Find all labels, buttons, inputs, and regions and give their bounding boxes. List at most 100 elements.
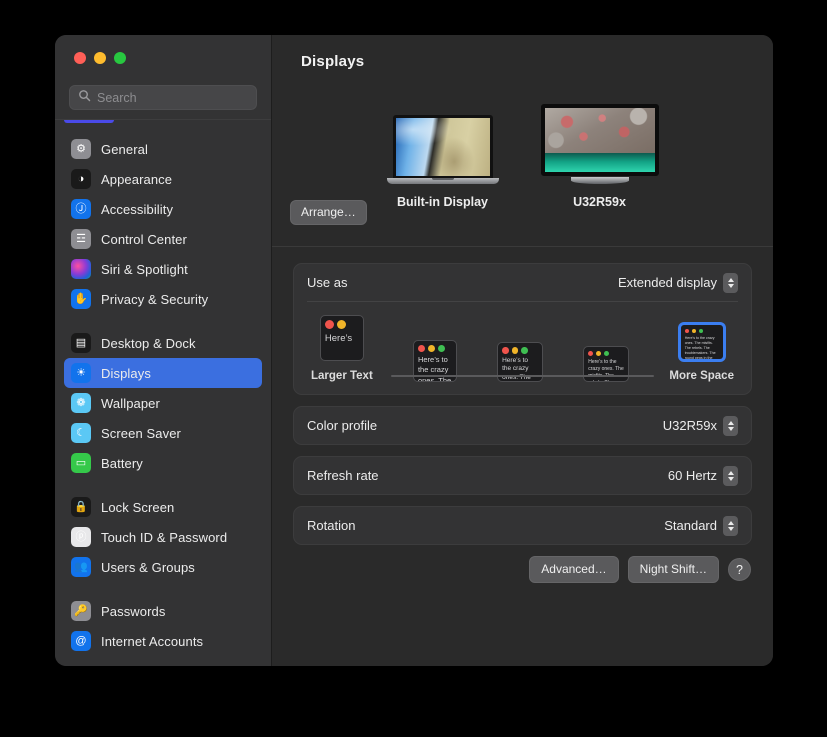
arrange-button[interactable]: Arrange… [290,200,367,225]
sidebar-item-control-center[interactable]: ☲ Control Center [64,224,262,254]
setting-value-wrap[interactable]: U32R59x [662,415,738,436]
display-thumbnail-builtin[interactable]: Built-in Display [386,115,499,209]
screensaver-icon: ☾ [71,423,91,443]
chevron-updown-icon[interactable] [723,465,738,486]
sidebar-item-accessibility[interactable]: Ⓙ Accessibility [64,194,262,224]
scaling-preview: Here’s [319,315,364,361]
sliders-icon: ☲ [71,229,91,249]
chevron-updown-icon[interactable] [723,272,738,293]
appearance-icon: ◑ [71,169,91,189]
preview-dot [521,347,528,354]
sidebar-item-lock-screen[interactable]: 🔒 Lock Screen [64,492,262,522]
laptop-icon [386,115,499,184]
setting-label: Refresh rate [307,468,379,483]
setting-row-rotation[interactable]: Rotation Standard [294,507,751,544]
preview-dot [417,345,425,352]
sidebar-item-screen-saver[interactable]: ☾ Screen Saver [64,418,262,448]
sidebar-item-internet-accounts[interactable]: @ Internet Accounts [64,626,262,656]
setting-value-wrap[interactable]: 60 Hertz [668,465,738,486]
display-name: U32R59x [573,195,626,209]
sidebar-item-desktop-dock[interactable]: ▤ Desktop & Dock [64,328,262,358]
chevron-updown-icon[interactable] [723,515,738,536]
sidebar-item-displays[interactable]: ☀ Displays [64,358,262,388]
sidebar-item-label: Lock Screen [101,499,175,515]
sidebar-item-wallpaper[interactable]: ❁ Wallpaper [64,388,262,418]
sidebar-item-touch-id-password[interactable]: ⓟ Touch ID & Password [64,522,262,552]
sidebar-scroll-area[interactable]: ⚙ General ◑ Appearance Ⓙ Accessibility ☲ Contro… [55,119,271,666]
sidebar-item-label: Users & Groups [101,559,195,575]
scaling-option-4[interactable]: Here’s to the crazy ones. The misfits. T… [669,323,734,382]
sidebar-item-battery[interactable]: ▭ Battery [64,448,262,478]
search-box[interactable] [69,85,257,110]
action-button-bar: Advanced… Night Shift… ? [293,556,752,583]
setting-group: Refresh rate 60 Hertz [293,456,752,495]
preview-dot [684,329,689,333]
siri-icon [71,259,91,279]
setting-value: U32R59x [662,418,717,433]
display-thumbnail-row: Built-in Display U32R59x [272,79,773,209]
battery-icon: ▭ [71,453,91,473]
preview-dot [427,345,435,352]
preview-text: Here’s [324,333,353,344]
sidebar-item-label: Battery [101,455,143,471]
advanced-button[interactable]: Advanced… [529,556,619,583]
use-as-row[interactable]: Use as Extended display [294,264,751,301]
scaling-slider-track[interactable] [391,375,654,377]
sidebar-group-separator [55,582,271,596]
search-input[interactable] [97,90,248,105]
display-chooser: Built-in Display U32R59x Arrange… [272,79,773,247]
preview-titlebar [498,343,542,357]
preview-titlebar [321,316,363,332]
sidebar-item-privacy-security[interactable]: ✋ Privacy & Security [64,284,262,314]
night-shift-button[interactable]: Night Shift… [627,556,719,583]
display-icon: ☀ [71,363,91,383]
settings-content: Use as Extended display Here’s Larger Tex… [272,247,773,666]
sidebar-item-label: Privacy & Security [101,291,209,307]
preview-dot [324,320,334,329]
setting-row-refresh-rate[interactable]: Refresh rate 60 Hertz [294,457,751,494]
sidebar-item-label: Touch ID & Password [101,529,228,545]
minimize-button[interactable] [94,52,106,64]
use-as-label: Use as [307,275,348,290]
chevron-updown-icon[interactable] [723,415,738,436]
setting-label: Color profile [307,418,378,433]
use-as-value: Extended display [617,275,717,290]
wallpaper-icon: ❁ [71,393,91,413]
setting-row-color-profile[interactable]: Color profile U32R59x [294,407,751,444]
display-thumbnail-external[interactable]: U32R59x [540,104,659,209]
preview-dot [698,329,703,333]
preview-text: Here’s to the crazy ones. The misfits. T… [417,355,452,382]
sidebar-item-label: Internet Accounts [101,633,204,649]
sidebar-item-label: Siri & Spotlight [101,261,188,277]
sidebar-nav-list: ⚙ General ◑ Appearance Ⓙ Accessibility ☲ Contro… [55,122,271,656]
sidebar-item-users-groups[interactable]: 👥 Users & Groups [64,552,262,582]
sidebar-item-siri-spotlight[interactable]: Siri & Spotlight [64,254,262,284]
display-settings-rows: Color profile U32R59x Refresh rate 60 Hertz… [293,406,752,545]
main-pane: Displays Built-in Display U32R59x Arrange… [272,35,773,666]
sidebar-item-general[interactable]: ⚙ General [64,134,262,164]
help-button[interactable]: ? [728,558,751,581]
preview-dot [336,320,346,329]
close-button[interactable] [74,52,86,64]
preview-text: Here’s to the crazy ones. The misfits. T… [502,356,531,382]
accessibility-icon: Ⓙ [71,199,91,219]
zoom-button[interactable] [114,52,126,64]
sidebar-item-passwords[interactable]: 🔑 Passwords [64,596,262,626]
setting-group: Rotation Standard [293,506,752,545]
scaling-preview: Here’s to the crazy ones. The misfits. T… [678,323,725,361]
sidebar-item-appearance[interactable]: ◑ Appearance [64,164,262,194]
at-sign-icon: @ [71,631,91,651]
preview-dot [691,329,696,333]
preview-dot [511,347,519,354]
setting-value-wrap[interactable]: Standard [664,515,738,536]
preview-dot [596,351,602,356]
preview-dot [502,347,509,354]
sidebar-group-separator [55,478,271,492]
search-icon [78,89,91,107]
setting-value: Standard [664,518,717,533]
scaling-caption-larger-text: Larger Text [311,370,373,382]
sidebar-item-label: Accessibility [101,201,174,217]
use-as-value-wrap[interactable]: Extended display [617,272,738,293]
scaling-option-0[interactable]: Here’s Larger Text [311,315,373,382]
preview-titlebar [414,341,456,355]
